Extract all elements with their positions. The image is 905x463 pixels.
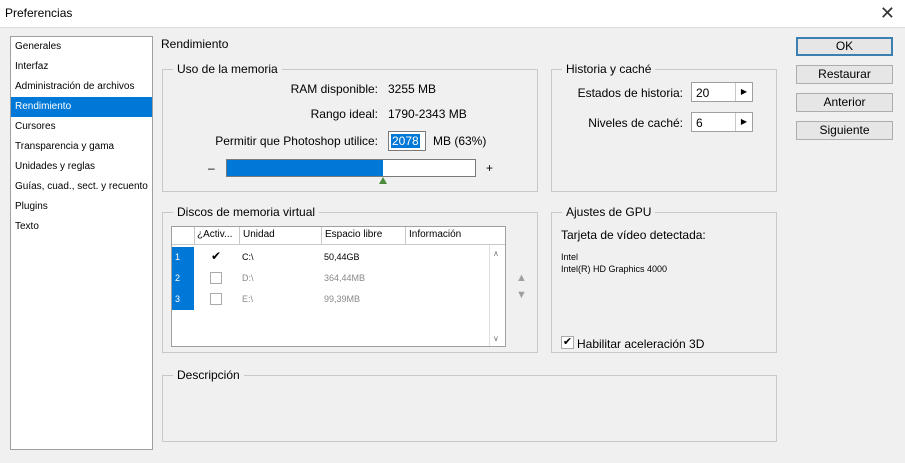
gpu-vendor: Intel: [561, 252, 579, 262]
memory-slider-fill: [227, 160, 384, 176]
table-row[interactable]: 2 D:\ 364,44MB: [172, 268, 488, 289]
next-button[interactable]: Siguiente: [796, 121, 893, 140]
title-bar: Preferencias ✕: [0, 0, 905, 28]
memory-slider-thumb[interactable]: [379, 177, 388, 184]
nav-item-transparencia[interactable]: Transparencia y gama: [11, 137, 152, 157]
nav-item-guias[interactable]: Guías, cuad., sect. y recuento: [11, 177, 152, 197]
gpu-accel-label[interactable]: Habilitar aceleración 3D: [577, 337, 704, 351]
row-active-checkbox[interactable]: ✔: [210, 250, 222, 263]
cache-levels-label: Niveles de caché:: [588, 116, 683, 130]
row-active-checkbox[interactable]: [210, 272, 222, 284]
col-info[interactable]: Información: [409, 229, 461, 240]
memory-slider[interactable]: [226, 159, 476, 177]
row-free: 364,44MB: [324, 273, 366, 283]
row-number: 2: [172, 268, 194, 289]
row-number: 1: [172, 247, 194, 268]
previous-button[interactable]: Anterior: [796, 93, 893, 112]
col-free[interactable]: Espacio libre: [325, 229, 382, 240]
col-drive[interactable]: Unidad: [243, 229, 275, 240]
nav-item-plugins[interactable]: Plugins: [11, 197, 152, 217]
description-legend: Descripción: [177, 368, 240, 382]
history-legend: Historia y caché: [566, 62, 652, 76]
row-drive: C:\: [242, 252, 254, 262]
ok-button[interactable]: OK: [796, 37, 893, 56]
window-title: Preferencias: [5, 6, 73, 20]
row-drive: E:\: [242, 294, 254, 304]
memory-allow-value: 2078: [391, 134, 420, 148]
description-group: Descripción: [162, 368, 777, 442]
history-states-value: 20: [696, 86, 710, 100]
gpu-detected-label: Tarjeta de vídeo detectada:: [561, 228, 706, 242]
table-scrollbar[interactable]: ∧ ∨: [489, 245, 505, 346]
memory-legend: Uso de la memoria: [177, 62, 278, 76]
col-active[interactable]: ¿Activ...: [197, 229, 232, 240]
preferences-nav: Generales Interfaz Administración de arc…: [10, 36, 153, 450]
ram-value: 3255 MB: [388, 82, 437, 96]
range-value: 1790-2343 MB: [388, 107, 467, 121]
nav-item-texto[interactable]: Texto: [11, 217, 152, 237]
memory-allow-input[interactable]: 2078: [388, 131, 426, 151]
nav-item-cursores[interactable]: Cursores: [11, 117, 152, 137]
nav-item-unidades[interactable]: Unidades y reglas: [11, 157, 152, 177]
move-up-icon[interactable]: ▲: [516, 272, 527, 284]
row-drive: D:\: [242, 273, 254, 283]
close-icon[interactable]: ✕: [880, 3, 895, 24]
section-title: Rendimiento: [161, 37, 229, 51]
row-free: 99,39MB: [324, 294, 361, 304]
move-down-icon[interactable]: ▼: [516, 289, 527, 301]
slider-plus: +: [486, 161, 494, 175]
gpu-legend: Ajustes de GPU: [566, 205, 652, 219]
slider-minus: –: [208, 161, 215, 175]
gpu-accel-checkbox[interactable]: ✔: [561, 336, 574, 349]
row-number: 3: [172, 289, 194, 310]
scroll-up-icon[interactable]: ∧: [493, 249, 499, 258]
table-header: ¿Activ... Unidad Espacio libre Informaci…: [172, 227, 505, 245]
nav-item-generales[interactable]: Generales: [11, 37, 152, 57]
nav-item-rendimiento[interactable]: Rendimiento: [11, 97, 152, 117]
row-free: 50,44GB: [324, 252, 360, 262]
scratch-table: ¿Activ... Unidad Espacio libre Informaci…: [171, 226, 506, 347]
allow-suffix: MB (63%): [433, 134, 487, 148]
range-label: Rango ideal:: [310, 107, 378, 121]
cache-levels-field[interactable]: 6 ▶: [691, 112, 753, 132]
ram-label: RAM disponible:: [290, 82, 378, 96]
history-states-field[interactable]: 20 ▶: [691, 82, 753, 102]
history-states-arrow-icon[interactable]: ▶: [735, 83, 752, 101]
nav-item-administracion-archivos[interactable]: Administración de archivos: [11, 77, 152, 97]
cache-levels-arrow-icon[interactable]: ▶: [735, 113, 752, 131]
history-states-label: Estados de historia:: [577, 86, 683, 100]
scroll-down-icon[interactable]: ∨: [493, 334, 499, 343]
table-row[interactable]: 1 ✔ C:\ 50,44GB: [172, 247, 488, 268]
nav-item-interfaz[interactable]: Interfaz: [11, 57, 152, 77]
reset-button[interactable]: Restaurar: [796, 65, 893, 84]
allow-label: Permitir que Photoshop utilice:: [215, 134, 378, 148]
row-active-checkbox[interactable]: [210, 293, 222, 305]
cache-levels-value: 6: [696, 116, 703, 130]
gpu-model: Intel(R) HD Graphics 4000: [561, 264, 668, 274]
table-row[interactable]: 3 E:\ 99,39MB: [172, 289, 488, 310]
scratch-legend: Discos de memoria virtual: [177, 205, 316, 219]
